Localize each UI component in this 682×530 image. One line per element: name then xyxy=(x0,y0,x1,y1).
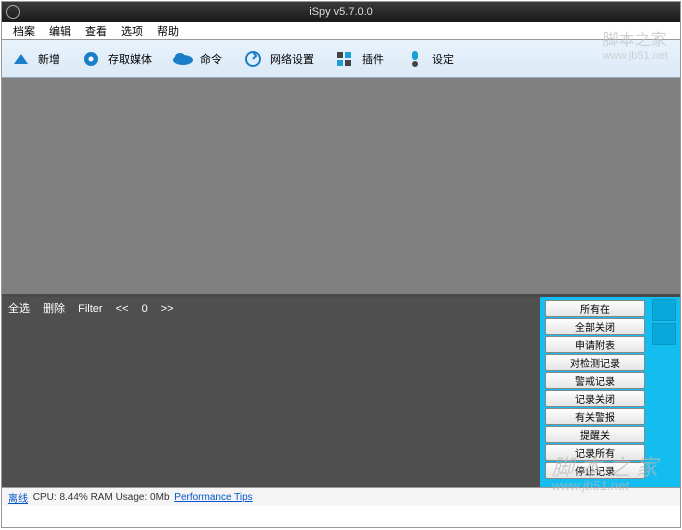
page-next[interactable]: >> xyxy=(161,303,174,315)
window-title: iSpy v5.7.0.0 xyxy=(309,6,373,18)
app-icon xyxy=(6,5,20,19)
menu-options[interactable]: 选项 xyxy=(114,22,150,39)
menu-edit[interactable]: 编辑 xyxy=(42,22,78,39)
add-icon xyxy=(10,50,32,68)
side-detect-record[interactable]: 对检测记录 xyxy=(545,354,645,371)
page-prev[interactable]: << xyxy=(116,303,129,315)
sidebar-thumb-column xyxy=(650,297,678,347)
toolbar-command[interactable]: 命令 xyxy=(172,50,222,68)
delete-link[interactable]: 删除 xyxy=(43,303,65,315)
side-stop-record[interactable]: 停止记录 xyxy=(545,462,645,479)
disc-icon xyxy=(80,50,102,68)
cloud-icon xyxy=(172,50,194,68)
side-record-off[interactable]: 记录关闭 xyxy=(545,390,645,407)
thumb-box[interactable] xyxy=(652,299,676,321)
toolbar-settings[interactable]: 设定 xyxy=(404,50,454,68)
select-all-link[interactable]: 全选 xyxy=(8,303,30,315)
status-offline-link[interactable]: 离线 xyxy=(8,490,28,505)
side-record-all[interactable]: 记录所有 xyxy=(545,444,645,461)
toolbar: 新增 存取媒体 命令 网络设置 插件 设定 xyxy=(2,40,680,78)
globe-icon xyxy=(242,50,264,68)
side-remind-off[interactable]: 提醒关 xyxy=(545,426,645,443)
toolbar-web[interactable]: 网络设置 xyxy=(242,50,314,68)
action-sidebar: 所有在 全部关闭 申请附表 对检测记录 警戒记录 记录关闭 有关警报 提醒关 记… xyxy=(540,297,680,487)
lower-panel: 全选 删除 Filter << 0 >> 所有在 全部关闭 申请附表 对检测记录… xyxy=(2,297,680,487)
side-related-alerts[interactable]: 有关警报 xyxy=(545,408,645,425)
title-bar: iSpy v5.7.0.0 xyxy=(2,2,680,22)
menu-file[interactable]: 档案 xyxy=(6,22,42,39)
thumb-box[interactable] xyxy=(652,323,676,345)
side-all-off[interactable]: 全部关闭 xyxy=(545,318,645,335)
settings-icon xyxy=(404,50,426,68)
side-all-on[interactable]: 所有在 xyxy=(545,300,645,317)
status-bar: 离线 CPU: 8.44% RAM Usage: 0Mb Performance… xyxy=(2,487,680,506)
toolbar-media[interactable]: 存取媒体 xyxy=(80,50,152,68)
side-apply-schedule[interactable]: 申请附表 xyxy=(545,336,645,353)
page-count: 0 xyxy=(142,303,148,315)
status-cpu: CPU: 8.44% RAM Usage: 0Mb xyxy=(33,492,170,503)
filter-label: Filter xyxy=(78,303,102,315)
side-alert-record[interactable]: 警戒记录 xyxy=(545,372,645,389)
menu-help[interactable]: 帮助 xyxy=(150,22,186,39)
menu-bar: 档案 编辑 查看 选项 帮助 xyxy=(2,22,680,40)
plugin-icon xyxy=(334,50,356,68)
menu-view[interactable]: 查看 xyxy=(78,22,114,39)
toolbar-plugin[interactable]: 插件 xyxy=(334,50,384,68)
camera-viewport xyxy=(2,78,680,294)
media-list-header: 全选 删除 Filter << 0 >> xyxy=(2,297,540,487)
status-tips-link[interactable]: Performance Tips xyxy=(174,492,252,503)
toolbar-new[interactable]: 新增 xyxy=(10,50,60,68)
